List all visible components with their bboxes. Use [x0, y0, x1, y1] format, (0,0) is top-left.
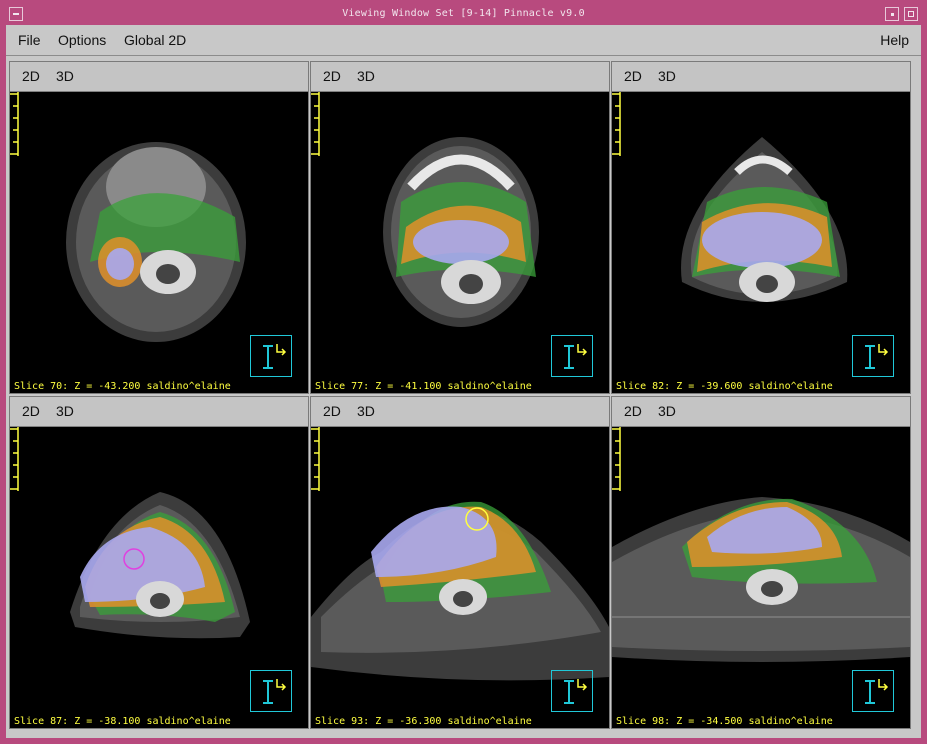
panel-toolbar: 2D 3D [10, 397, 308, 427]
panel-toolbar: 2D 3D [311, 397, 609, 427]
ruler-scale-icon [311, 92, 320, 156]
view-panel-2: 2D 3D Slice 77: Z = -41.100 saldino^elai… [310, 61, 610, 394]
minimize-icon [891, 13, 894, 16]
window-title: Viewing Window Set [9-14] Pinnacle v9.0 [342, 8, 585, 19]
menu-options[interactable]: Options [58, 32, 106, 48]
ruler-scale-icon [10, 92, 19, 156]
patient-orientation-icon [250, 335, 292, 377]
tab-2d[interactable]: 2D [22, 68, 40, 84]
panel-toolbar: 2D 3D [311, 62, 609, 92]
patient-orientation-icon [250, 670, 292, 712]
view-panel-1: 2D 3D Slice 70: Z = -43.200 saldino^elai… [9, 61, 309, 394]
window-frame: Viewing Window Set [9-14] Pinnacle v9.0 … [0, 0, 927, 744]
slice-label: Slice 77: Z = -41.100 saldino^elaine [315, 381, 532, 392]
ruler-scale-icon [612, 92, 621, 156]
ct-image-view[interactable]: Slice 98: Z = -34.500 saldino^elaine [612, 427, 910, 728]
tab-3d[interactable]: 3D [658, 68, 676, 84]
ruler-scale-icon [10, 427, 19, 491]
ct-image-view[interactable]: Slice 70: Z = -43.200 saldino^elaine [10, 92, 308, 393]
panel-toolbar: 2D 3D [612, 397, 910, 427]
tab-2d[interactable]: 2D [323, 403, 341, 419]
slice-label: Slice 93: Z = -36.300 saldino^elaine [315, 716, 532, 727]
ct-image-view[interactable]: Slice 87: Z = -38.100 saldino^elaine [10, 427, 308, 728]
ct-image-view[interactable]: Slice 93: Z = -36.300 saldino^elaine [311, 427, 609, 728]
maximize-icon [908, 11, 914, 17]
panel-toolbar: 2D 3D [612, 62, 910, 92]
tab-2d[interactable]: 2D [624, 403, 642, 419]
view-panel-3: 2D 3D Slice 82: Z = -39.600 saldino^elai… [611, 61, 911, 394]
view-panel-5: 2D 3D Slice 93: Z = -36.300 saldino^elai… [310, 396, 610, 729]
slice-label: Slice 70: Z = -43.200 saldino^elaine [14, 381, 231, 392]
tab-3d[interactable]: 3D [56, 68, 74, 84]
minimize-button[interactable] [885, 7, 899, 21]
ruler-scale-icon [612, 427, 621, 491]
view-panel-4: 2D 3D Slice 87: Z = -38.100 saldino^elai… [9, 396, 309, 729]
maximize-button[interactable] [904, 7, 918, 21]
menu-global-2d[interactable]: Global 2D [124, 32, 186, 48]
tab-2d[interactable]: 2D [323, 68, 341, 84]
tab-3d[interactable]: 3D [357, 68, 375, 84]
tab-3d[interactable]: 3D [56, 403, 74, 419]
ruler-scale-icon [311, 427, 320, 491]
menu-file[interactable]: File [18, 32, 41, 48]
ct-image-view[interactable]: Slice 77: Z = -41.100 saldino^elaine [311, 92, 609, 393]
slice-label: Slice 87: Z = -38.100 saldino^elaine [14, 716, 231, 727]
slice-label: Slice 98: Z = -34.500 saldino^elaine [616, 716, 833, 727]
tab-3d[interactable]: 3D [357, 403, 375, 419]
tab-3d[interactable]: 3D [658, 403, 676, 419]
window-content: File Options Global 2D Help 2D 3D Slice … [6, 25, 921, 738]
patient-orientation-icon [551, 335, 593, 377]
ct-image-view[interactable]: Slice 82: Z = -39.600 saldino^elaine [612, 92, 910, 393]
tab-2d[interactable]: 2D [22, 403, 40, 419]
menu-help[interactable]: Help [880, 32, 909, 48]
slice-label: Slice 82: Z = -39.600 saldino^elaine [616, 381, 833, 392]
menu-bar: File Options Global 2D Help [6, 25, 921, 56]
view-panel-6: 2D 3D Slice 98: Z = -34.500 saldino^elai… [611, 396, 911, 729]
tab-2d[interactable]: 2D [624, 68, 642, 84]
patient-orientation-icon [852, 335, 894, 377]
patient-orientation-icon [852, 670, 894, 712]
panel-toolbar: 2D 3D [10, 62, 308, 92]
title-bar[interactable]: Viewing Window Set [9-14] Pinnacle v9.0 [6, 5, 921, 25]
patient-orientation-icon [551, 670, 593, 712]
